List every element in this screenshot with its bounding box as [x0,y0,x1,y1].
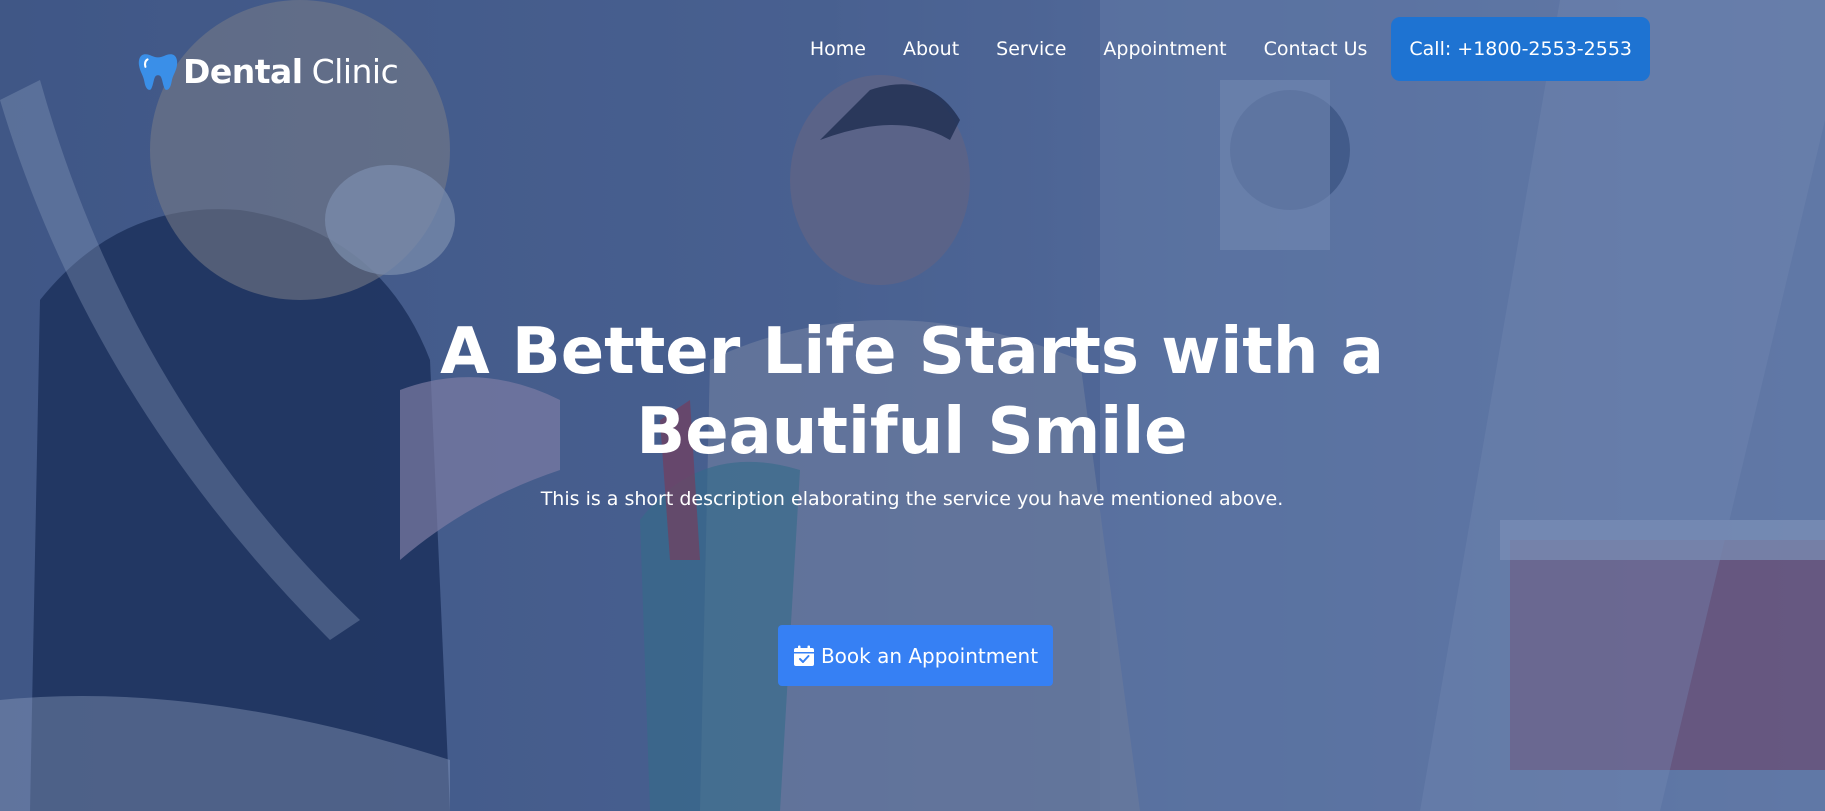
tooth-icon [138,54,178,90]
main-nav: Home About Service Appointment Contact U… [810,17,1650,81]
book-appointment-label: Book an Appointment [820,643,1039,668]
logo[interactable]: Dental Clinic [137,50,399,92]
headline-line-1: A Better Life Starts with a [440,315,1384,389]
nav-about[interactable]: About [903,38,959,60]
hero-section: Dental Clinic Home About Service Appoint… [0,0,1825,811]
logo-text-bold: Dental [183,51,303,91]
call-button[interactable]: Call: +1800-2553-2553 [1391,17,1650,81]
calendar-check-icon [793,645,814,666]
hero-description: This is a short description elaborating … [540,488,1284,510]
logo-text-light: Clinic [311,51,399,91]
nav-home[interactable]: Home [810,38,866,60]
nav-appointment[interactable]: Appointment [1103,38,1226,60]
nav-contact-us[interactable]: Contact Us [1264,38,1368,60]
book-appointment-button[interactable]: Book an Appointment [778,625,1053,686]
headline-line-2: Beautiful Smile [636,395,1188,469]
nav-service[interactable]: Service [996,38,1066,60]
hero-headline: A Better Life Starts with a Beautiful Sm… [412,312,1412,472]
